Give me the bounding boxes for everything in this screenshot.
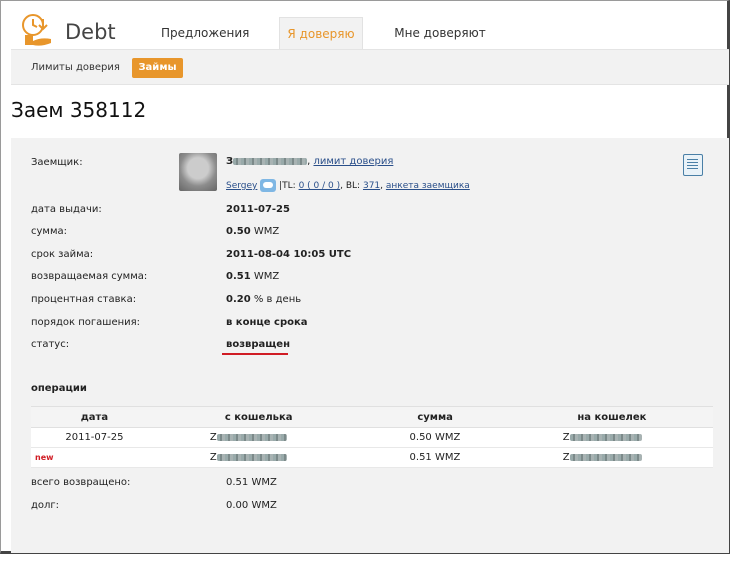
avatar	[179, 153, 217, 191]
col-to-wallet: на кошелек	[510, 406, 713, 428]
op-from-wallet: Z	[157, 427, 360, 448]
table-header-row: дата с кошелька сумма на кошелек	[31, 406, 713, 428]
page-title: Заем 358112	[11, 98, 147, 122]
tab-offers[interactable]: Предложения	[161, 17, 249, 49]
op-to-wallet: Z	[510, 427, 713, 448]
amount-label: сумма:	[31, 226, 68, 237]
col-from-wallet: с кошелька	[157, 406, 360, 428]
trust-limit-link[interactable]: лимит доверия	[313, 156, 393, 167]
debt-logo-icon	[22, 14, 51, 46]
op-amount: 0.50 WMZ	[359, 427, 511, 448]
debt-value: 0.00 WMZ	[226, 500, 277, 511]
document-icon[interactable]	[683, 154, 703, 176]
table-row: new Z 0.51 WMZ Z	[31, 447, 713, 468]
loan-details-panel: Заемщик: З, лимит доверия Sergey |TL: 0 …	[11, 138, 729, 553]
bl-link[interactable]: 371	[363, 181, 380, 191]
borrower-profile-link[interactable]: анкета заемщика	[386, 181, 470, 191]
app-window: Debt Предложения Я доверяю Мне доверяют …	[0, 0, 730, 554]
borrower-name-redacted	[233, 157, 308, 165]
op-date: 2011-07-25	[31, 427, 158, 448]
debt-label: долг:	[31, 500, 60, 511]
subnav: Лимиты доверия Займы	[11, 49, 729, 85]
rate-label: процентная ставка:	[31, 294, 137, 305]
op-to-wallet: Z	[510, 447, 713, 468]
subnav-loans[interactable]: Займы	[132, 58, 183, 78]
subnav-trust-limits[interactable]: Лимиты доверия	[31, 58, 120, 78]
return-amount-label: возвращаемая сумма:	[31, 271, 148, 282]
issue-date-label: дата выдачи:	[31, 204, 102, 215]
borrower-label: Заемщик:	[31, 157, 83, 168]
table-row: 2011-07-25 Z 0.50 WMZ Z	[31, 427, 713, 448]
tab-i-trust[interactable]: Я доверяю	[279, 17, 363, 50]
borrower-line: З, лимит доверия	[226, 156, 394, 167]
repay-order-value: в конце срока	[226, 317, 308, 328]
op-amount: 0.51 WMZ	[359, 447, 511, 468]
op-new-badge: new	[31, 447, 158, 468]
borrower-meta-line: Sergey |TL: 0 ( 0 / 0 ), BL: 371, анкета…	[226, 179, 470, 192]
borrower-name-initial: З	[226, 156, 234, 167]
operations-title: операции	[31, 383, 87, 394]
operations-table: дата с кошелька сумма на кошелек 2011-07…	[31, 406, 713, 468]
tab-trusted-me[interactable]: Мне доверяют	[393, 17, 487, 49]
term-label: срок займа:	[31, 249, 94, 260]
repay-order-label: порядок погашения:	[31, 317, 141, 328]
col-date: дата	[31, 406, 158, 428]
amount-value: 0.50 WMZ	[226, 226, 280, 237]
status-underline	[222, 353, 288, 355]
sergey-link[interactable]: Sergey	[226, 181, 257, 191]
tl-link[interactable]: 0 ( 0 / 0 )	[299, 181, 341, 191]
return-amount-value: 0.51 WMZ	[226, 271, 280, 282]
col-amount: сумма	[359, 406, 511, 428]
op-from-wallet: Z	[157, 447, 360, 468]
status-value: возвращен	[226, 339, 290, 350]
total-returned-value: 0.51 WMZ	[226, 477, 277, 488]
rate-value: 0.20 % в день	[226, 294, 302, 305]
chat-icon[interactable]	[260, 179, 277, 192]
header: Debt Предложения Я доверяю Мне доверяют	[1, 1, 729, 51]
status-label: статус:	[31, 339, 70, 350]
brand-title: Debt	[65, 20, 116, 44]
total-returned-label: всего возвращено:	[31, 477, 131, 488]
issue-date-value: 2011-07-25	[226, 204, 290, 215]
term-value: 2011-08-04 10:05 UTC	[226, 249, 352, 260]
